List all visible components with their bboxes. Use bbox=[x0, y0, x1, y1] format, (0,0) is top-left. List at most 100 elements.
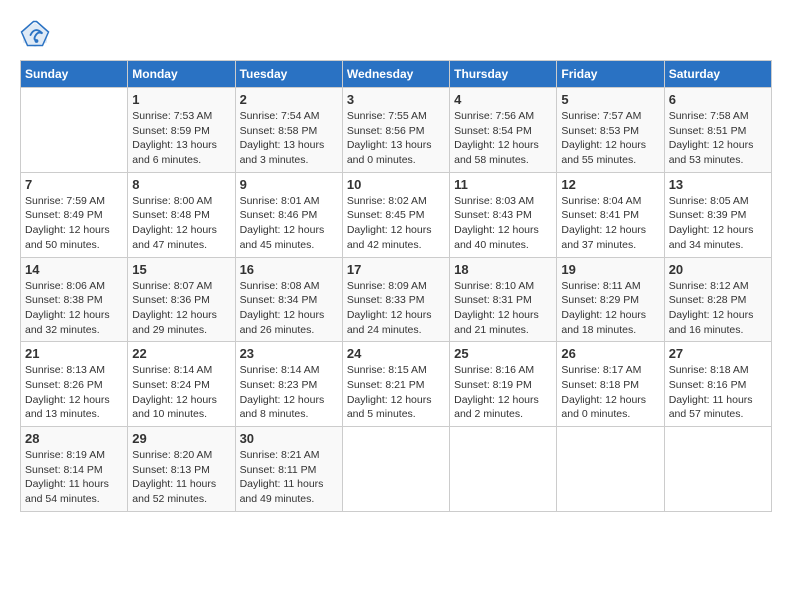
weekday-header-saturday: Saturday bbox=[664, 61, 771, 88]
calendar-cell: 22Sunrise: 8:14 AMSunset: 8:24 PMDayligh… bbox=[128, 342, 235, 427]
cell-content: Sunset: 8:24 PM bbox=[132, 378, 230, 393]
cell-content: Sunrise: 8:18 AM bbox=[669, 363, 767, 378]
day-number: 22 bbox=[132, 346, 230, 361]
cell-content: and 53 minutes. bbox=[669, 153, 767, 168]
cell-content: Sunrise: 8:12 AM bbox=[669, 279, 767, 294]
cell-content: Daylight: 12 hours bbox=[454, 308, 552, 323]
cell-content: Daylight: 11 hours bbox=[669, 393, 767, 408]
cell-content: Sunrise: 8:17 AM bbox=[561, 363, 659, 378]
day-number: 8 bbox=[132, 177, 230, 192]
day-number: 26 bbox=[561, 346, 659, 361]
cell-content: Sunrise: 8:07 AM bbox=[132, 279, 230, 294]
page-header bbox=[20, 20, 772, 50]
cell-content: Daylight: 12 hours bbox=[132, 393, 230, 408]
cell-content: Daylight: 12 hours bbox=[25, 393, 123, 408]
calendar-cell: 27 Sunrise: 8:18 AMSunset: 8:16 PMDayligh… bbox=[664, 342, 771, 427]
day-number: 30 bbox=[240, 431, 338, 446]
cell-content: Sunset: 8:28 PM bbox=[669, 293, 767, 308]
cell-content: Daylight: 12 hours bbox=[25, 223, 123, 238]
calendar-cell bbox=[21, 88, 128, 173]
cell-content: Sunset: 8:56 PM bbox=[347, 124, 445, 139]
cell-content: Sunrise: 8:08 AM bbox=[240, 279, 338, 294]
day-number: 4 bbox=[454, 92, 552, 107]
day-number: 3 bbox=[347, 92, 445, 107]
cell-content: and 52 minutes. bbox=[132, 492, 230, 507]
calendar-cell: 15Sunrise: 8:07 AMSunset: 8:36 PMDayligh… bbox=[128, 257, 235, 342]
cell-content: Sunrise: 8:05 AM bbox=[669, 194, 767, 209]
cell-content: Sunset: 8:45 PM bbox=[347, 208, 445, 223]
cell-content: Sunset: 8:48 PM bbox=[132, 208, 230, 223]
calendar-cell: 16Sunrise: 8:08 AMSunset: 8:34 PMDayligh… bbox=[235, 257, 342, 342]
day-number: 7 bbox=[25, 177, 123, 192]
day-number: 15 bbox=[132, 262, 230, 277]
week-row-1: 1Sunrise: 7:53 AMSunset: 8:59 PMDaylight… bbox=[21, 88, 772, 173]
day-number: 25 bbox=[454, 346, 552, 361]
cell-content: Sunset: 8:11 PM bbox=[240, 463, 338, 478]
cell-content: Sunset: 8:31 PM bbox=[454, 293, 552, 308]
cell-content: Sunset: 8:33 PM bbox=[347, 293, 445, 308]
cell-content: Daylight: 13 hours bbox=[347, 138, 445, 153]
cell-content: Sunset: 8:43 PM bbox=[454, 208, 552, 223]
day-number: 23 bbox=[240, 346, 338, 361]
weekday-header-friday: Friday bbox=[557, 61, 664, 88]
calendar-cell: 25Sunrise: 8:16 AMSunset: 8:19 PMDayligh… bbox=[450, 342, 557, 427]
cell-content: Sunrise: 7:57 AM bbox=[561, 109, 659, 124]
cell-content: and 2 minutes. bbox=[454, 407, 552, 422]
cell-content: Sunset: 8:13 PM bbox=[132, 463, 230, 478]
cell-content: Sunrise: 8:13 AM bbox=[25, 363, 123, 378]
cell-content: Sunset: 8:51 PM bbox=[669, 124, 767, 139]
calendar-cell: 23Sunrise: 8:14 AMSunset: 8:23 PMDayligh… bbox=[235, 342, 342, 427]
day-number: 27 bbox=[669, 346, 767, 361]
cell-content: Sunrise: 8:19 AM bbox=[25, 448, 123, 463]
cell-content: Daylight: 12 hours bbox=[240, 223, 338, 238]
week-row-5: 28Sunrise: 8:19 AMSunset: 8:14 PMDayligh… bbox=[21, 427, 772, 512]
weekday-header-wednesday: Wednesday bbox=[342, 61, 449, 88]
weekday-header-sunday: Sunday bbox=[21, 61, 128, 88]
cell-content: Sunrise: 8:20 AM bbox=[132, 448, 230, 463]
cell-content: Daylight: 12 hours bbox=[25, 308, 123, 323]
cell-content: Daylight: 12 hours bbox=[454, 393, 552, 408]
calendar-cell: 9Sunrise: 8:01 AMSunset: 8:46 PMDaylight… bbox=[235, 172, 342, 257]
day-number: 5 bbox=[561, 92, 659, 107]
day-number: 9 bbox=[240, 177, 338, 192]
cell-content: Sunset: 8:54 PM bbox=[454, 124, 552, 139]
calendar-cell: 2Sunrise: 7:54 AMSunset: 8:58 PMDaylight… bbox=[235, 88, 342, 173]
cell-content: Sunrise: 7:56 AM bbox=[454, 109, 552, 124]
cell-content: Daylight: 12 hours bbox=[669, 308, 767, 323]
calendar-cell: 4Sunrise: 7:56 AMSunset: 8:54 PMDaylight… bbox=[450, 88, 557, 173]
cell-content: Sunset: 8:58 PM bbox=[240, 124, 338, 139]
calendar-cell: 21Sunrise: 8:13 AMSunset: 8:26 PMDayligh… bbox=[21, 342, 128, 427]
calendar-cell: 14Sunrise: 8:06 AMSunset: 8:38 PMDayligh… bbox=[21, 257, 128, 342]
cell-content: and 57 minutes. bbox=[669, 407, 767, 422]
cell-content: Daylight: 12 hours bbox=[669, 138, 767, 153]
cell-content: Daylight: 12 hours bbox=[669, 223, 767, 238]
day-number: 2 bbox=[240, 92, 338, 107]
cell-content: and 0 minutes. bbox=[347, 153, 445, 168]
cell-content: Daylight: 12 hours bbox=[561, 223, 659, 238]
cell-content: Sunset: 8:53 PM bbox=[561, 124, 659, 139]
cell-content: Sunrise: 7:53 AM bbox=[132, 109, 230, 124]
cell-content: Sunset: 8:49 PM bbox=[25, 208, 123, 223]
cell-content: and 16 minutes. bbox=[669, 323, 767, 338]
day-number: 12 bbox=[561, 177, 659, 192]
cell-content: Sunset: 8:36 PM bbox=[132, 293, 230, 308]
cell-content: and 6 minutes. bbox=[132, 153, 230, 168]
cell-content: Sunset: 8:34 PM bbox=[240, 293, 338, 308]
cell-content: and 54 minutes. bbox=[25, 492, 123, 507]
cell-content: Sunrise: 8:14 AM bbox=[240, 363, 338, 378]
cell-content: and 47 minutes. bbox=[132, 238, 230, 253]
calendar-cell: 8Sunrise: 8:00 AMSunset: 8:48 PMDaylight… bbox=[128, 172, 235, 257]
cell-content: Daylight: 12 hours bbox=[454, 223, 552, 238]
cell-content: Daylight: 12 hours bbox=[240, 393, 338, 408]
day-number: 17 bbox=[347, 262, 445, 277]
cell-content: Sunset: 8:26 PM bbox=[25, 378, 123, 393]
day-number: 24 bbox=[347, 346, 445, 361]
cell-content: Sunrise: 8:10 AM bbox=[454, 279, 552, 294]
weekday-header-row: SundayMondayTuesdayWednesdayThursdayFrid… bbox=[21, 61, 772, 88]
cell-content: and 0 minutes. bbox=[561, 407, 659, 422]
cell-content: and 21 minutes. bbox=[454, 323, 552, 338]
cell-content: Sunrise: 8:16 AM bbox=[454, 363, 552, 378]
cell-content: Sunset: 8:16 PM bbox=[669, 378, 767, 393]
cell-content: Sunset: 8:46 PM bbox=[240, 208, 338, 223]
calendar-cell: 30Sunrise: 8:21 AMSunset: 8:11 PMDayligh… bbox=[235, 427, 342, 512]
